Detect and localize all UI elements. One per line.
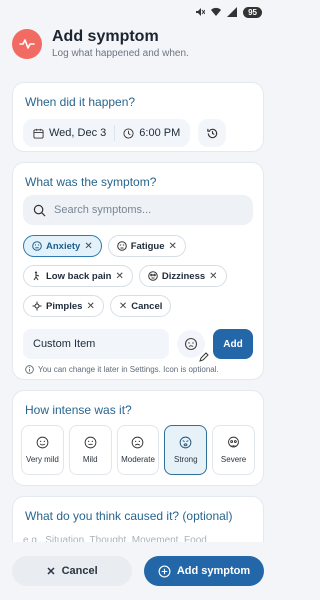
- divider: [114, 125, 116, 141]
- history-button[interactable]: [198, 119, 227, 147]
- status-bar: 95: [0, 0, 276, 24]
- level-label: Moderate: [121, 455, 155, 464]
- history-icon: [207, 128, 217, 138]
- dizzy-face-icon: [148, 271, 158, 281]
- close-icon[interactable]: ✕: [84, 241, 92, 252]
- hint: You can change it later in Settings. Ico…: [25, 365, 219, 374]
- icon-picker-button[interactable]: [177, 330, 209, 362]
- intensity-title: How intense was it?: [25, 403, 132, 417]
- when-card: When did it happen? Wed, Dec 3 6:00 PM: [12, 82, 264, 152]
- chip-label: Anxiety: [46, 240, 81, 252]
- intensity-levels: Very mild Mild Moderate Strong Severe: [21, 425, 255, 475]
- header: Add symptom Log what happened and when.: [12, 28, 264, 59]
- pencil-icon: [199, 352, 209, 362]
- pimple-icon: [32, 301, 42, 311]
- level-label: Strong: [174, 455, 198, 464]
- plus-circle-icon: [158, 565, 171, 577]
- close-icon[interactable]: ✕: [115, 271, 123, 282]
- page-subtitle: Log what happened and when.: [52, 48, 189, 59]
- hint-text: You can change it later in Settings. Ico…: [38, 365, 219, 374]
- smile-icon: [36, 436, 49, 449]
- chip-label: Cancel: [131, 300, 163, 312]
- chip-anxiety[interactable]: Anxiety ✕: [23, 235, 102, 257]
- pulse-icon: [12, 28, 42, 59]
- symptom-chips: Anxiety ✕ Fatigue ✕ Low back pain ✕ Dizz…: [23, 235, 255, 325]
- close-icon[interactable]: ✕: [209, 271, 217, 282]
- level-label: Very mild: [25, 455, 59, 464]
- time-value: 6:00 PM: [139, 127, 181, 139]
- form-scroll[interactable]: When did it happen? Wed, Dec 3 6:00 PM W…: [0, 78, 276, 600]
- cause-title: What do you think caused it? (optional): [25, 509, 233, 523]
- add-symptom-label: Add symptom: [176, 565, 251, 577]
- distressed-face-icon: [179, 436, 192, 449]
- chip-pimples[interactable]: Pimples ✕: [23, 295, 104, 317]
- search-icon: [33, 204, 46, 216]
- date-value: Wed, Dec 3: [49, 127, 107, 139]
- search-placeholder: Search symptoms...: [54, 204, 152, 216]
- bottom-action-bar: ✕ Cancel Add symptom: [0, 542, 276, 600]
- level-very-mild[interactable]: Very mild: [21, 425, 64, 475]
- level-strong[interactable]: Strong: [164, 425, 208, 475]
- close-icon: ✕: [46, 565, 56, 578]
- intensity-card: How intense was it? Very mild Mild Moder…: [12, 390, 264, 486]
- info-icon: [25, 365, 34, 374]
- neutral-face-icon: [84, 436, 97, 449]
- time-picker[interactable]: 6:00 PM: [123, 127, 180, 139]
- when-title: When did it happen?: [25, 95, 136, 109]
- cancel-button[interactable]: ✕ Cancel: [12, 556, 132, 586]
- symptom-card: What was the symptom? Search symptoms...…: [12, 162, 264, 380]
- level-label: Mild: [82, 455, 98, 464]
- tired-face-icon: [116, 241, 127, 251]
- chip-label: Fatigue: [130, 240, 165, 252]
- chip-label: Low back pain: [46, 270, 112, 282]
- battery-indicator: 95: [243, 6, 262, 18]
- frown-icon: [132, 436, 144, 449]
- symptom-title: What was the symptom?: [25, 175, 157, 189]
- close-icon[interactable]: ✕: [169, 241, 177, 252]
- level-severe[interactable]: Severe: [212, 425, 255, 475]
- face-icon: [32, 241, 42, 251]
- datetime-picker: Wed, Dec 3 6:00 PM: [23, 119, 191, 147]
- level-mild[interactable]: Mild: [68, 425, 112, 475]
- face-icon: [184, 337, 198, 351]
- wifi-icon: [211, 7, 222, 17]
- chip-low-back-pain[interactable]: Low back pain ✕: [23, 265, 133, 287]
- calendar-icon: [33, 128, 44, 139]
- level-moderate[interactable]: Moderate: [116, 425, 160, 475]
- chip-label: Pimples: [46, 300, 83, 312]
- add-custom-button[interactable]: Add: [213, 329, 253, 359]
- clock-icon: [123, 127, 134, 139]
- add-symptom-button[interactable]: Add symptom: [144, 556, 264, 586]
- chip-fatigue[interactable]: Fatigue ✕: [107, 235, 186, 257]
- level-label: Severe: [220, 455, 247, 464]
- mute-icon: [196, 8, 206, 16]
- close-icon[interactable]: ✕: [86, 301, 94, 312]
- custom-item-input[interactable]: Custom Item: [23, 329, 169, 359]
- search-input[interactable]: Search symptoms...: [23, 195, 253, 225]
- signal-icon: [227, 7, 238, 17]
- close-icon: ✕: [118, 300, 128, 312]
- page-title: Add symptom: [52, 28, 159, 45]
- back-pain-icon: [33, 271, 40, 281]
- chip-dizziness[interactable]: Dizziness ✕: [138, 265, 227, 287]
- cancel-label: Cancel: [61, 565, 98, 577]
- date-picker[interactable]: Wed, Dec 3: [33, 127, 106, 139]
- skull-icon: [228, 436, 239, 448]
- chip-cancel[interactable]: ✕ Cancel: [109, 295, 172, 317]
- chip-label: Dizziness: [161, 270, 206, 282]
